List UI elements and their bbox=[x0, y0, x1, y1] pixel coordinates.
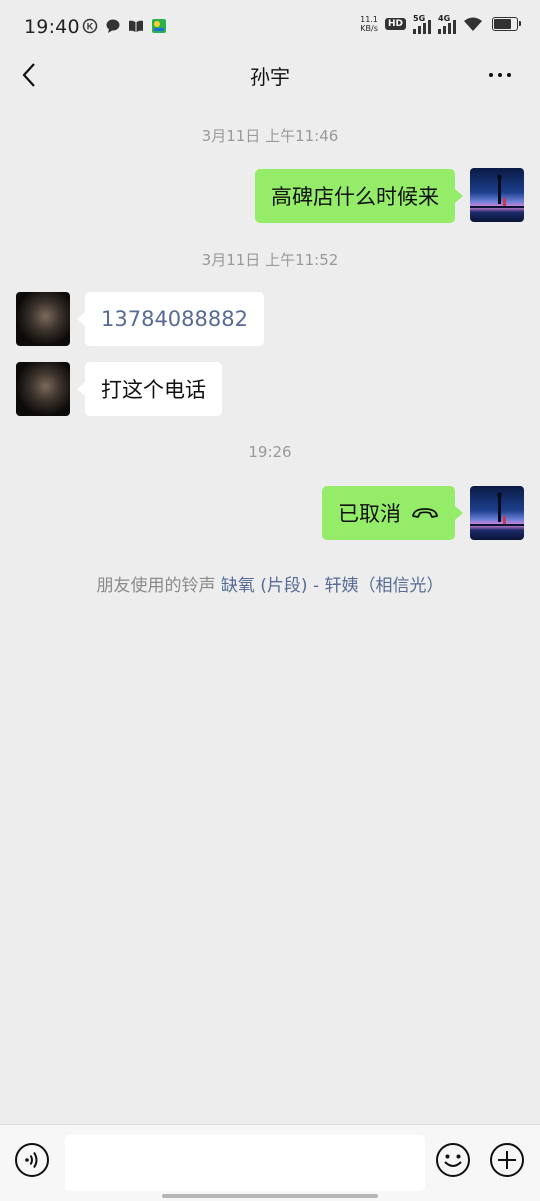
more-dot-icon bbox=[498, 73, 502, 77]
status-bar: 19:40 K 11.1 KB/s HD 5G 4G bbox=[0, 0, 540, 52]
hangup-phone-icon bbox=[411, 506, 439, 520]
emoji-icon bbox=[436, 1143, 470, 1177]
status-time: 19:40 bbox=[24, 16, 80, 38]
self-avatar[interactable] bbox=[470, 168, 524, 222]
ringtone-prefix: 朋友使用的铃声 bbox=[96, 576, 216, 596]
self-avatar[interactable] bbox=[470, 486, 524, 540]
plus-icon bbox=[490, 1143, 524, 1177]
notification-icons: K bbox=[82, 18, 167, 34]
sim1-signal-icon: 5G bbox=[413, 14, 431, 34]
received-message-bubble[interactable]: 打这个电话 bbox=[77, 362, 222, 416]
more-dot-icon bbox=[507, 73, 511, 77]
message-timestamp: 3月11日 上午11:46 bbox=[201, 127, 339, 145]
wifi-icon bbox=[463, 16, 483, 32]
voice-button[interactable] bbox=[14, 1142, 50, 1178]
ringtone-song-link[interactable]: 缺氧 (片段) - 轩姨（相信光） bbox=[221, 576, 444, 596]
svg-text:K: K bbox=[87, 22, 94, 32]
friend-ringtone-notice: 朋友使用的铃声 缺氧 (片段) - 轩姨（相信光） bbox=[0, 571, 540, 596]
sim1-generation: 5G bbox=[413, 14, 426, 23]
hd-badge: HD bbox=[384, 18, 406, 30]
message-input[interactable] bbox=[65, 1135, 425, 1191]
book-icon bbox=[128, 18, 144, 34]
message-timestamp: 3月11日 上午11:52 bbox=[201, 251, 339, 269]
chat-header: 孙宇 bbox=[0, 52, 540, 98]
more-dot-icon bbox=[489, 73, 493, 77]
received-message-bubble[interactable]: 13784088882 bbox=[77, 292, 264, 346]
message-text: 打这个电话 bbox=[101, 378, 206, 402]
network-speed-value: 11.1 bbox=[360, 15, 378, 24]
sim2-signal-icon: 4G bbox=[438, 14, 456, 34]
message-timestamp: 19:26 bbox=[248, 443, 292, 461]
avatar-silhouette-icon bbox=[470, 174, 524, 208]
chat-bubble-icon bbox=[105, 18, 121, 34]
status-indicators: 11.1 KB/s HD 5G 4G bbox=[360, 14, 521, 34]
emoji-button[interactable] bbox=[435, 1142, 471, 1178]
phone-number-link[interactable]: 13784088882 bbox=[101, 307, 248, 331]
battery-icon bbox=[492, 17, 521, 31]
more-functions-button[interactable] bbox=[489, 1142, 525, 1178]
contact-avatar[interactable] bbox=[16, 292, 70, 346]
voice-icon bbox=[15, 1143, 49, 1177]
chat-title: 孙宇 bbox=[250, 65, 290, 89]
more-options-button[interactable] bbox=[482, 65, 518, 85]
call-status-text: 已取消 bbox=[338, 502, 401, 526]
call-record-bubble[interactable]: 已取消 bbox=[322, 486, 463, 540]
message-text: 高碑店什么时候来 bbox=[271, 185, 439, 209]
k-app-icon: K bbox=[82, 18, 98, 34]
network-speed: 11.1 KB/s bbox=[360, 15, 378, 33]
sim2-generation: 4G bbox=[438, 14, 451, 23]
video-app-icon bbox=[151, 18, 167, 34]
home-indicator[interactable] bbox=[162, 1194, 378, 1198]
battery-fill bbox=[494, 19, 511, 29]
chat-input-bar bbox=[0, 1124, 540, 1201]
avatar-silhouette-icon bbox=[470, 492, 524, 526]
sent-message-bubble[interactable]: 高碑店什么时候来 bbox=[255, 169, 463, 223]
network-speed-unit: KB/s bbox=[360, 24, 378, 33]
contact-avatar[interactable] bbox=[16, 362, 70, 416]
